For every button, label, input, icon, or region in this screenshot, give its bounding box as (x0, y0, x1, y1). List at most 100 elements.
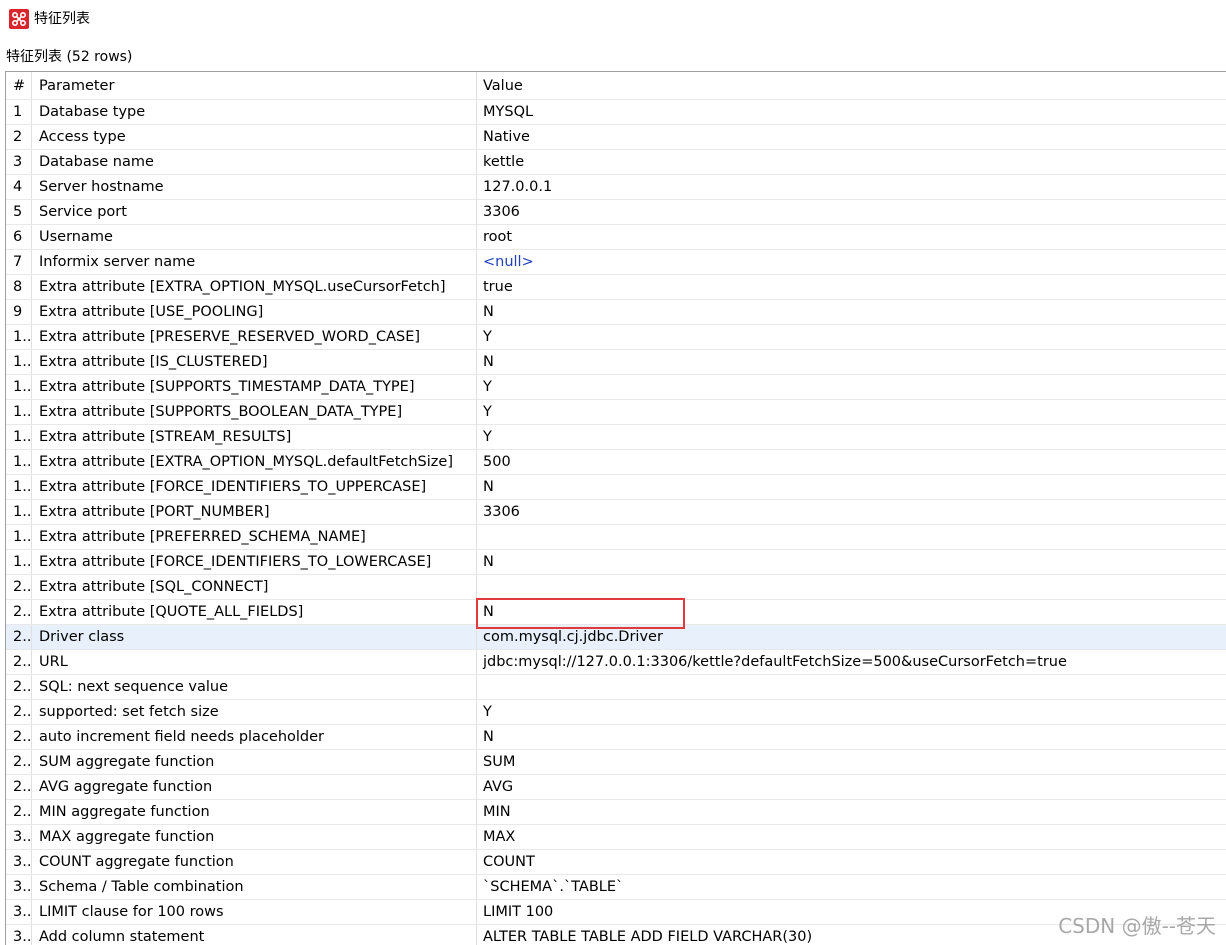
value-cell[interactable] (478, 675, 1226, 699)
value-cell[interactable]: Y (478, 700, 1226, 724)
value-cell[interactable]: Y (478, 375, 1226, 399)
table-row[interactable]: 2.. SUM aggregate function SUM (6, 750, 1226, 775)
table-row[interactable]: 2.. Extra attribute [SQL_CONNECT] (6, 575, 1226, 600)
value-cell[interactable]: <null> (478, 250, 1226, 274)
table-row[interactable]: 1.. Extra attribute [FORCE_IDENTIFIERS_TO… (6, 475, 1226, 500)
parameter-cell[interactable]: Extra attribute [SUPPORTS_TIMESTAMP_DATA… (33, 375, 477, 399)
parameter-cell[interactable]: Username (33, 225, 477, 249)
table-row[interactable]: 4 Server hostname 127.0.0.1 (6, 175, 1226, 200)
parameter-cell[interactable]: AVG aggregate function (33, 775, 477, 799)
table-row[interactable]: 2.. MIN aggregate function MIN (6, 800, 1226, 825)
value-cell[interactable]: kettle (478, 150, 1226, 174)
table-row[interactable]: 3.. Add column statement ALTER TABLE TABLE… (6, 925, 1226, 945)
parameter-cell[interactable]: Extra attribute [SQL_CONNECT] (33, 575, 477, 599)
table-row[interactable]: 1.. Extra attribute [PREFERRED_SCHEMA_NAM… (6, 525, 1226, 550)
parameter-cell[interactable]: Service port (33, 200, 477, 224)
parameter-cell[interactable]: Informix server name (33, 250, 477, 274)
value-cell[interactable]: Native (478, 125, 1226, 149)
table-row[interactable]: 2.. SQL: next sequence value (6, 675, 1226, 700)
column-header-parameter[interactable]: Parameter (33, 72, 477, 99)
value-cell[interactable]: Y (478, 325, 1226, 349)
parameter-cell[interactable]: Extra attribute [PREFERRED_SCHEMA_NAME] (33, 525, 477, 549)
parameter-cell[interactable]: Extra attribute [PRESERVE_RESERVED_WORD_… (33, 325, 477, 349)
value-cell[interactable]: 3306 (478, 500, 1226, 524)
parameter-cell[interactable]: Extra attribute [USE_POOLING] (33, 300, 477, 324)
parameter-cell[interactable]: Schema / Table combination (33, 875, 477, 899)
value-cell[interactable]: jdbc:mysql://127.0.0.1:3306/kettle?defau… (478, 650, 1226, 674)
table-row[interactable]: 2.. AVG aggregate function AVG (6, 775, 1226, 800)
parameter-cell[interactable]: Database type (33, 100, 477, 124)
value-cell[interactable] (478, 575, 1226, 599)
parameter-cell[interactable]: supported: set fetch size (33, 700, 477, 724)
table-row[interactable]: 3 Database name kettle (6, 150, 1226, 175)
table-row[interactable]: 1.. Extra attribute [STREAM_RESULTS] Y (6, 425, 1226, 450)
parameter-cell[interactable]: Extra attribute [SUPPORTS_BOOLEAN_DATA_T… (33, 400, 477, 424)
parameter-cell[interactable]: Extra attribute [IS_CLUSTERED] (33, 350, 477, 374)
parameter-cell[interactable]: Add column statement (33, 925, 477, 945)
value-cell[interactable] (478, 525, 1226, 549)
table-row[interactable]: 2.. auto increment field needs placeholde… (6, 725, 1226, 750)
value-cell[interactable]: SUM (478, 750, 1226, 774)
parameter-cell[interactable]: Extra attribute [QUOTE_ALL_FIELDS] (33, 600, 477, 624)
table-row[interactable]: 3.. MAX aggregate function MAX (6, 825, 1226, 850)
value-cell[interactable]: N (478, 350, 1226, 374)
table-row[interactable]: 1.. Extra attribute [SUPPORTS_TIMESTAMP_D… (6, 375, 1226, 400)
table-row[interactable]: 1 Database type MYSQL (6, 100, 1226, 125)
column-header-value[interactable]: Value (478, 72, 1226, 99)
parameter-cell[interactable]: Extra attribute [EXTRA_OPTION_MYSQL.useC… (33, 275, 477, 299)
parameter-cell[interactable]: COUNT aggregate function (33, 850, 477, 874)
value-cell[interactable]: MIN (478, 800, 1226, 824)
parameter-cell[interactable]: Access type (33, 125, 477, 149)
value-cell[interactable]: COUNT (478, 850, 1226, 874)
parameter-cell[interactable]: Extra attribute [FORCE_IDENTIFIERS_TO_LO… (33, 550, 477, 574)
table-row[interactable]: 1.. Extra attribute [IS_CLUSTERED] N (6, 350, 1226, 375)
table-row[interactable]: 1.. Extra attribute [SUPPORTS_BOOLEAN_DAT… (6, 400, 1226, 425)
parameter-cell[interactable]: Extra attribute [PORT_NUMBER] (33, 500, 477, 524)
value-cell[interactable]: com.mysql.cj.jdbc.Driver (478, 625, 1226, 649)
table-row[interactable]: 5 Service port 3306 (6, 200, 1226, 225)
value-cell[interactable]: N (478, 300, 1226, 324)
parameter-cell[interactable]: MAX aggregate function (33, 825, 477, 849)
parameter-cell[interactable]: Extra attribute [STREAM_RESULTS] (33, 425, 477, 449)
value-cell[interactable]: true (478, 275, 1226, 299)
table-row[interactable]: 6 Username root (6, 225, 1226, 250)
table-row[interactable]: 1.. Extra attribute [EXTRA_OPTION_MYSQL.d… (6, 450, 1226, 475)
table-row[interactable]: 3.. LIMIT clause for 100 rows LIMIT 100 (6, 900, 1226, 925)
table-row[interactable]: 2.. Extra attribute [QUOTE_ALL_FIELDS] N (6, 600, 1226, 625)
value-cell[interactable]: N (478, 475, 1226, 499)
table-row[interactable]: 3.. COUNT aggregate function COUNT (6, 850, 1226, 875)
value-cell[interactable]: N (478, 550, 1226, 574)
table-row[interactable]: 7 Informix server name <null> (6, 250, 1226, 275)
parameter-cell[interactable]: MIN aggregate function (33, 800, 477, 824)
value-cell[interactable]: MAX (478, 825, 1226, 849)
table-row[interactable]: 3.. Schema / Table combination `SCHEMA`.`T… (6, 875, 1226, 900)
table-row[interactable]: 2 Access type Native (6, 125, 1226, 150)
parameter-cell[interactable]: Server hostname (33, 175, 477, 199)
parameter-cell[interactable]: LIMIT clause for 100 rows (33, 900, 477, 924)
parameter-table[interactable]: ^ # Parameter Value 1Database typeMYSQL2… (5, 71, 1226, 945)
table-row[interactable]: 1.. Extra attribute [PRESERVE_RESERVED_WO… (6, 325, 1226, 350)
parameter-cell[interactable]: SUM aggregate function (33, 750, 477, 774)
value-cell[interactable]: N (478, 725, 1226, 749)
value-cell[interactable]: 127.0.0.1 (478, 175, 1226, 199)
parameter-cell[interactable]: URL (33, 650, 477, 674)
table-row[interactable]: 9 Extra attribute [USE_POOLING] N (6, 300, 1226, 325)
parameter-cell[interactable]: Database name (33, 150, 477, 174)
parameter-cell[interactable]: Extra attribute [FORCE_IDENTIFIERS_TO_UP… (33, 475, 477, 499)
value-cell[interactable]: 500 (478, 450, 1226, 474)
column-header-num[interactable]: ^ # (6, 72, 32, 99)
table-row[interactable]: 2.. Driver class com.mysql.cj.jdbc.Driver (6, 625, 1226, 650)
value-cell[interactable]: `SCHEMA`.`TABLE` (478, 875, 1226, 899)
table-row[interactable]: 1.. Extra attribute [PORT_NUMBER] 3306 (6, 500, 1226, 525)
parameter-cell[interactable]: SQL: next sequence value (33, 675, 477, 699)
value-cell[interactable]: 3306 (478, 200, 1226, 224)
parameter-cell[interactable]: Extra attribute [EXTRA_OPTION_MYSQL.defa… (33, 450, 477, 474)
table-row[interactable]: 8 Extra attribute [EXTRA_OPTION_MYSQL.use… (6, 275, 1226, 300)
value-cell[interactable]: N (478, 600, 1226, 624)
table-row[interactable]: 2.. URL jdbc:mysql://127.0.0.1:3306/kettle… (6, 650, 1226, 675)
value-cell[interactable]: AVG (478, 775, 1226, 799)
parameter-cell[interactable]: Driver class (33, 625, 477, 649)
value-cell[interactable]: root (478, 225, 1226, 249)
parameter-cell[interactable]: auto increment field needs placeholder (33, 725, 477, 749)
table-row[interactable]: 2.. supported: set fetch size Y (6, 700, 1226, 725)
